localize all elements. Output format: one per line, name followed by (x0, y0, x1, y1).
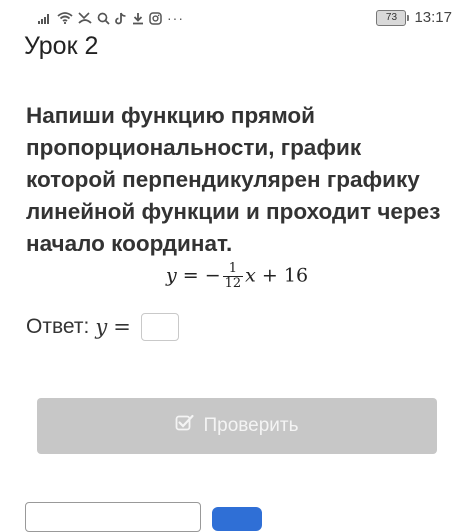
answer-input[interactable] (140, 313, 179, 341)
download-icon (132, 12, 144, 25)
formula-variable: x (245, 264, 256, 287)
battery-icon: 73 (376, 9, 410, 26)
instagram-icon (149, 11, 162, 25)
answer-label: Ответ: (26, 315, 90, 338)
status-bar: ··· 73 13:17 (0, 0, 474, 34)
formula-lhs: y (165, 264, 177, 287)
task-text: Напиши функцию прямой пропорциональности… (26, 103, 441, 256)
search-icon (97, 12, 110, 25)
bottom-blue-button[interactable] (212, 507, 262, 531)
formula-denominator: 12 (222, 276, 244, 291)
formula-numerator: 1 (228, 261, 238, 276)
formula-plus-term: + 16 (261, 264, 309, 287)
more-dots-icon: ··· (167, 10, 184, 26)
answer-var: y (95, 315, 108, 339)
missed-call-icon (78, 12, 92, 24)
signal-icon (38, 12, 52, 24)
check-button-label: Проверить (203, 415, 299, 436)
lesson-title: Урок 2 (24, 32, 99, 60)
tiktok-icon (115, 12, 127, 25)
formula: y = −1 12 x + 16 (0, 262, 474, 291)
status-icons: ··· (38, 10, 184, 26)
bottom-outlined-button[interactable] (25, 502, 201, 532)
wifi-icon (57, 12, 73, 24)
check-button[interactable]: Проверить (37, 398, 437, 454)
answer-row: Ответ: y = (26, 313, 179, 341)
formula-minus: − (204, 264, 221, 287)
answer-equals: = (113, 315, 131, 339)
formula-fraction: 1 12 (222, 261, 244, 291)
status-time: 13:17 (414, 9, 452, 26)
checkbox-check-icon (175, 414, 195, 438)
status-right: 73 13:17 (376, 9, 452, 26)
formula-equals: = (182, 264, 199, 287)
